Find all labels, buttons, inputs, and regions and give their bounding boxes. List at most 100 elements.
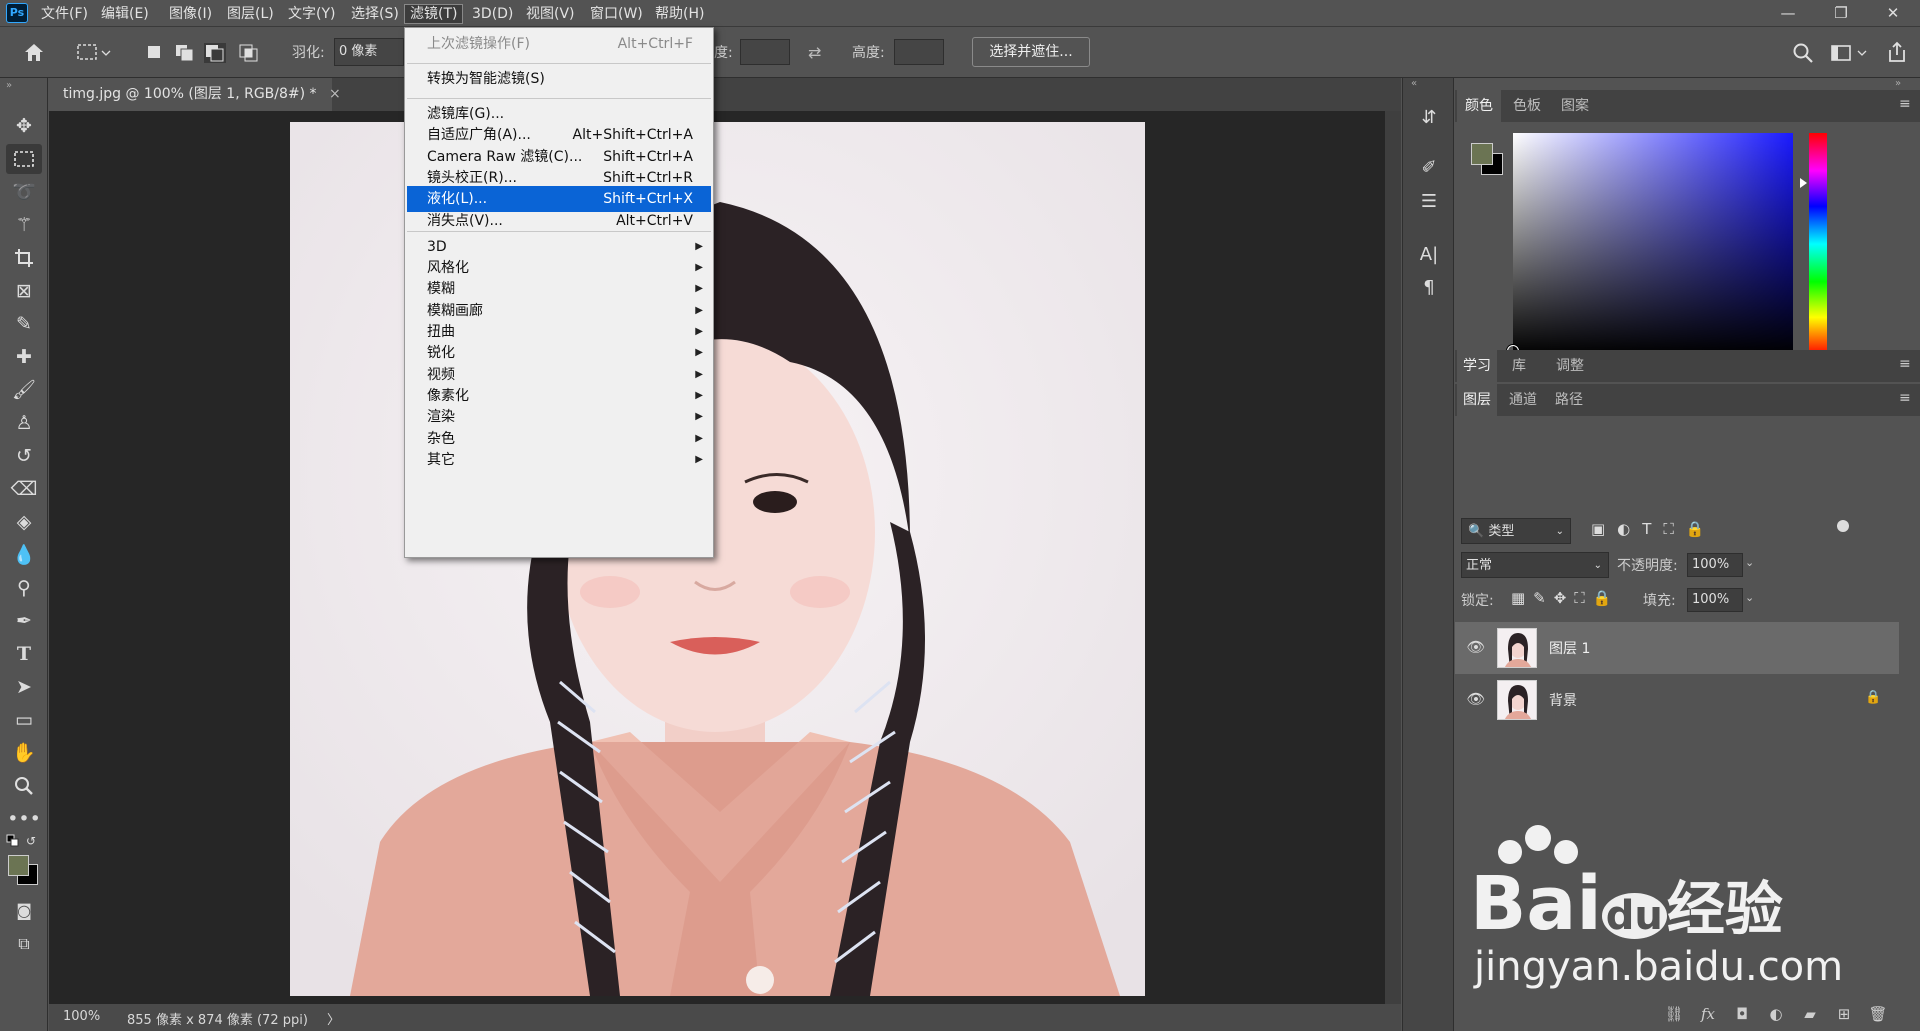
filter-menu-item[interactable]: 消失点(V)... Alt+Ctrl+V xyxy=(407,208,711,234)
menu-image[interactable]: 图像(I) xyxy=(164,4,217,24)
rect-marquee-preset-icon[interactable] xyxy=(76,41,112,65)
fx-icon[interactable]: fx xyxy=(1697,1003,1719,1025)
add-mask-icon[interactable]: ◘ xyxy=(1731,1003,1753,1025)
menu-layer[interactable]: 图层(L) xyxy=(222,4,279,24)
subtract-selection-icon[interactable] xyxy=(204,43,226,63)
visibility-eye-icon[interactable]: 👁 xyxy=(1465,636,1487,658)
fill-dropdown-icon[interactable]: ⌄ xyxy=(1745,591,1754,604)
foreground-color-swatch[interactable] xyxy=(8,855,29,876)
learn-panel-menu-icon[interactable]: ≡ xyxy=(1899,356,1911,372)
hand-tool-icon[interactable]: ✋ xyxy=(6,738,42,768)
width-input[interactable] xyxy=(740,39,790,65)
home-icon[interactable] xyxy=(22,41,48,65)
properties-panel-icon[interactable]: ☰ xyxy=(1415,188,1443,216)
rectangle-tool-icon[interactable]: ▭ xyxy=(6,705,42,735)
menu-view[interactable]: 视图(V) xyxy=(521,4,580,24)
select-and-mask-button[interactable]: 选择并遮住... xyxy=(972,37,1090,67)
collapse-toolbar-icon[interactable]: » xyxy=(6,80,12,91)
dodge-tool-icon[interactable]: ⚲ xyxy=(6,573,42,603)
tab-layers[interactable]: 图层 xyxy=(1457,384,1497,416)
layer-filter-kind[interactable]: 🔍 类型 ⌄ xyxy=(1461,518,1571,544)
share-icon[interactable] xyxy=(1886,40,1908,64)
vertical-scrollbar[interactable] xyxy=(1385,111,1401,1004)
zoom-level[interactable]: 100% xyxy=(63,1009,100,1024)
brush-settings-icon[interactable]: ✐ xyxy=(1415,154,1443,182)
tab-color[interactable]: 颜色 xyxy=(1457,90,1501,122)
document-tab[interactable]: timg.jpg @ 100% (图层 1, RGB/8#) * × xyxy=(49,78,341,111)
frame-tool-icon[interactable]: ⊠ xyxy=(6,276,42,306)
height-input[interactable] xyxy=(894,39,944,65)
search-icon[interactable] xyxy=(1792,42,1814,64)
close-button[interactable]: ✕ xyxy=(1875,2,1911,24)
new-group-icon[interactable]: ▰ xyxy=(1799,1003,1821,1025)
rect-marquee-tool-icon[interactable] xyxy=(6,144,42,174)
adjustment-layer-icon[interactable]: ◐ xyxy=(1765,1003,1787,1025)
lasso-tool-icon[interactable]: ➰ xyxy=(6,177,42,207)
opacity-input[interactable]: 100% xyxy=(1687,553,1743,577)
default-colors-icon[interactable] xyxy=(6,834,20,848)
path-selection-tool-icon[interactable]: ➤ xyxy=(6,672,42,702)
close-document-icon[interactable]: × xyxy=(329,86,341,102)
layer-row-layer1[interactable]: 👁 图层 1 xyxy=(1455,622,1899,674)
crop-tool-icon[interactable] xyxy=(6,243,42,273)
filter-toggle-icon[interactable] xyxy=(1837,520,1849,532)
tab-swatches[interactable]: 色板 xyxy=(1505,90,1549,122)
blur-tool-icon[interactable]: 💧 xyxy=(6,540,42,570)
eyedropper-tool-icon[interactable]: ✎ xyxy=(6,309,42,339)
tab-learn[interactable]: 学习 xyxy=(1457,350,1497,382)
intersect-selection-icon[interactable] xyxy=(238,43,260,63)
color-swatches[interactable] xyxy=(7,854,41,888)
healing-brush-tool-icon[interactable]: ✚ xyxy=(6,342,42,372)
visibility-eye-icon[interactable]: 👁 xyxy=(1465,688,1487,710)
paint-bucket-tool-icon[interactable]: ◈ xyxy=(6,507,42,537)
layer-name[interactable]: 图层 1 xyxy=(1549,638,1590,658)
collapse-dock-icon[interactable]: » xyxy=(1895,78,1901,89)
status-menu-arrow[interactable]: 〉 xyxy=(327,1009,340,1028)
eraser-tool-icon[interactable]: ⌫ xyxy=(6,474,42,504)
layer-name[interactable]: 背景 xyxy=(1549,690,1577,710)
magic-wand-tool-icon[interactable]: ⚚ xyxy=(6,210,42,240)
layers-panel-menu-icon[interactable]: ≡ xyxy=(1899,390,1911,406)
menu-3d[interactable]: 3D(D) xyxy=(467,4,518,24)
tab-paths[interactable]: 路径 xyxy=(1549,384,1589,416)
panel-color-swatches[interactable] xyxy=(1469,141,1505,177)
menu-select[interactable]: 选择(S) xyxy=(346,4,404,24)
workspace-icon[interactable] xyxy=(1830,42,1868,64)
panel-foreground-swatch[interactable] xyxy=(1471,143,1493,165)
new-selection-icon[interactable] xyxy=(145,43,163,61)
filter-menu-item[interactable]: 其它 ▶ xyxy=(407,447,711,473)
quick-mask-icon[interactable]: ◙ xyxy=(6,896,42,926)
color-picker-field[interactable] xyxy=(1507,133,1793,357)
hue-slider[interactable] xyxy=(1809,133,1827,355)
menu-file[interactable]: 文件(F) xyxy=(36,4,93,24)
restore-button[interactable]: ❐ xyxy=(1823,2,1859,24)
delete-layer-icon[interactable]: 🗑 xyxy=(1867,1003,1889,1025)
feather-input[interactable]: 0 像素 xyxy=(334,38,404,66)
filter-menu-item[interactable]: 转换为智能滤镜(S) xyxy=(407,66,711,92)
add-selection-icon[interactable] xyxy=(174,43,196,63)
brush-tool-icon[interactable]: 🖌 xyxy=(6,375,42,405)
screen-mode-icon[interactable]: ⧉ xyxy=(6,929,42,959)
hue-slider-marker[interactable] xyxy=(1800,178,1807,188)
swap-dimensions-icon[interactable]: ⇄ xyxy=(808,43,830,63)
clone-stamp-tool-icon[interactable]: ♙ xyxy=(6,408,42,438)
pen-tool-icon[interactable]: ✒ xyxy=(6,606,42,636)
menu-edit[interactable]: 编辑(E) xyxy=(96,4,154,24)
menu-type[interactable]: 文字(Y) xyxy=(283,4,340,24)
expand-dock-icon[interactable]: « xyxy=(1411,78,1417,89)
tab-adjustments[interactable]: 调整 xyxy=(1545,350,1595,382)
layer-filter-icons[interactable]: ▣◐T⛶🔒 xyxy=(1591,520,1821,538)
type-tool-icon[interactable]: T xyxy=(6,639,42,669)
tab-patterns[interactable]: 图案 xyxy=(1553,90,1597,122)
more-tools-icon[interactable]: ••• xyxy=(6,804,42,834)
tab-libraries[interactable]: 库 xyxy=(1499,350,1539,382)
character-panel-icon[interactable]: A| xyxy=(1415,241,1443,269)
paragraph-panel-icon[interactable]: ¶ xyxy=(1415,274,1443,302)
zoom-tool-icon[interactable] xyxy=(6,771,42,801)
minimize-button[interactable]: — xyxy=(1770,2,1806,24)
link-layers-icon[interactable]: ⛓ xyxy=(1663,1003,1685,1025)
opacity-dropdown-icon[interactable]: ⌄ xyxy=(1745,556,1754,569)
history-brush-tool-icon[interactable]: ↺ xyxy=(6,441,42,471)
history-panel-icon[interactable]: ⇵ xyxy=(1415,104,1443,132)
panel-menu-icon[interactable]: ≡ xyxy=(1899,96,1911,112)
